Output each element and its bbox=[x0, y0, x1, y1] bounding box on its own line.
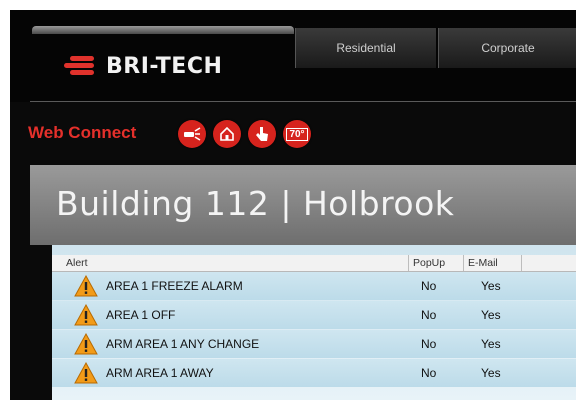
alert-popup: No bbox=[421, 279, 437, 293]
tab-residential[interactable]: Residential bbox=[295, 28, 436, 68]
table-row[interactable]: AREA 1 FREEZE ALARM No Yes bbox=[52, 272, 576, 300]
alert-email: Yes bbox=[481, 366, 501, 380]
alert-popup: No bbox=[421, 366, 437, 380]
building-title-band: Building 112 | Holbrook bbox=[30, 165, 576, 245]
table-row[interactable]: AREA 1 OFF No Yes bbox=[52, 301, 576, 329]
alert-email: Yes bbox=[481, 337, 501, 351]
table-row[interactable]: ARM AREA 1 AWAY No Yes bbox=[52, 359, 576, 387]
touch-icon[interactable] bbox=[248, 120, 276, 148]
column-header-alert[interactable]: Alert bbox=[52, 255, 409, 271]
alert-email: Yes bbox=[481, 279, 501, 293]
alert-name: AREA 1 FREEZE ALARM bbox=[106, 279, 243, 293]
table-row[interactable]: ARM AREA 1 ANY CHANGE No Yes bbox=[52, 330, 576, 358]
logo[interactable]: BRI-TECH bbox=[60, 52, 222, 80]
alert-name: ARM AREA 1 ANY CHANGE bbox=[106, 337, 260, 351]
alarm-icon[interactable] bbox=[178, 120, 206, 148]
alert-popup: No bbox=[421, 337, 437, 351]
alert-popup: No bbox=[421, 308, 437, 322]
brand-logo-icon bbox=[60, 53, 100, 79]
thermostat-icon[interactable]: 70° bbox=[283, 120, 311, 148]
thermostat-value: 70° bbox=[286, 127, 308, 141]
divider bbox=[30, 101, 576, 102]
logo-tab bbox=[32, 26, 294, 34]
column-header-filler bbox=[522, 255, 576, 271]
web-connect-label: Web Connect bbox=[28, 123, 137, 142]
column-header-email[interactable]: E-Mail bbox=[464, 255, 522, 271]
table-header: Alert PopUp E-Mail bbox=[52, 255, 576, 272]
page-title: Building 112 | Holbrook bbox=[56, 184, 455, 223]
alert-name: ARM AREA 1 AWAY bbox=[106, 366, 214, 380]
home-icon[interactable] bbox=[213, 120, 241, 148]
tab-corporate[interactable]: Corporate bbox=[438, 28, 576, 68]
brand-name: BRI-TECH bbox=[106, 53, 223, 79]
warning-icon bbox=[74, 333, 98, 355]
warning-icon bbox=[74, 362, 98, 384]
alerts-panel: Alert PopUp E-Mail AREA 1 FREEZE ALARM N… bbox=[52, 245, 576, 400]
column-header-popup[interactable]: PopUp bbox=[409, 255, 464, 271]
warning-icon bbox=[74, 304, 98, 326]
header: BRI-TECH Residential Corporate bbox=[10, 10, 576, 102]
alert-name: AREA 1 OFF bbox=[106, 308, 176, 322]
alert-email: Yes bbox=[481, 308, 501, 322]
app-window: BRI-TECH Residential Corporate Web Conne… bbox=[10, 10, 576, 400]
warning-icon bbox=[74, 275, 98, 297]
